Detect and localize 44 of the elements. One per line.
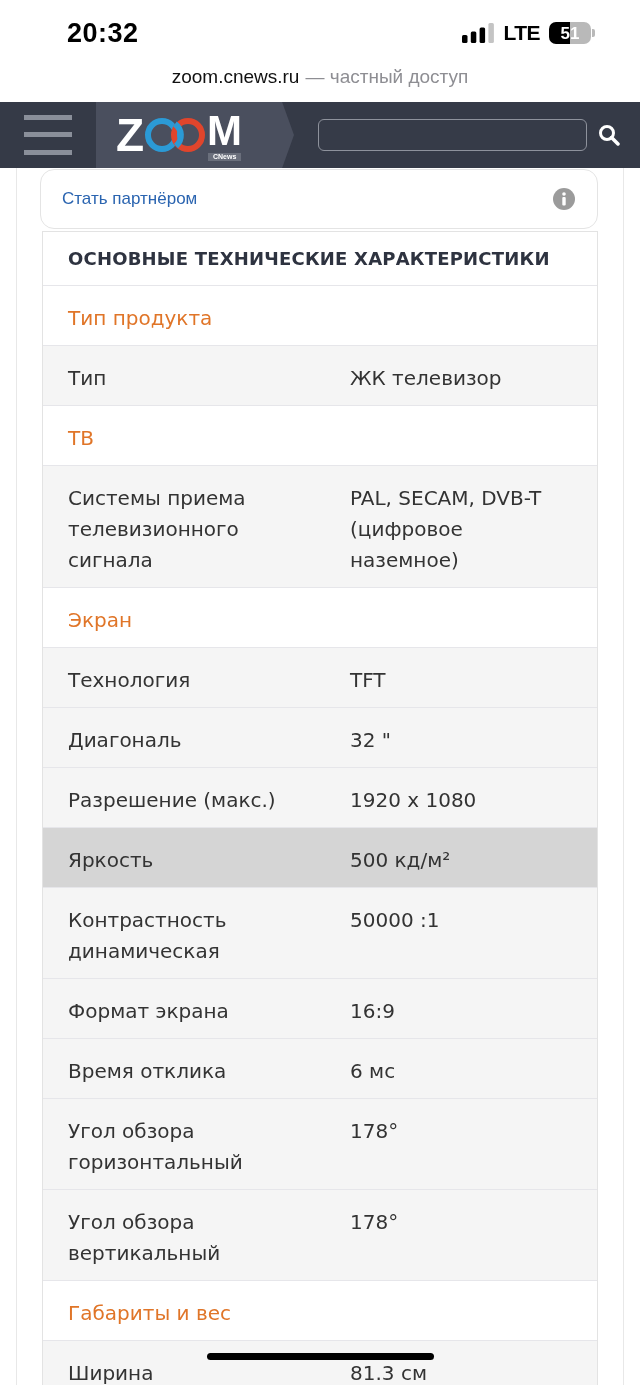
logo-letter: M <box>207 109 243 152</box>
spec-value: 1920 x 1080 <box>350 788 477 812</box>
spec-value: 178° <box>350 1210 399 1234</box>
signal-icon <box>462 23 495 43</box>
section-heading: Экран <box>68 608 133 632</box>
spec-value: 178° <box>350 1119 399 1143</box>
menu-icon <box>24 115 72 155</box>
search-field[interactable] <box>318 119 587 151</box>
spec-label: Время отклика <box>68 1059 227 1083</box>
spec-label: Угол обзора вертикальный <box>68 1210 221 1265</box>
spec-value: 16:9 <box>350 999 395 1023</box>
spec-value: 32 " <box>350 728 391 752</box>
search-icon <box>598 124 620 146</box>
spec-value: 6 мс <box>350 1059 396 1083</box>
clock-time: 20:32 <box>67 17 139 49</box>
spec-value: ЖК телевизор <box>350 366 502 390</box>
spec-label: Разрешение (макс.) <box>68 788 276 812</box>
spec-label: Технология <box>68 668 191 692</box>
spec-value: 500 кд/м² <box>350 848 451 872</box>
interlocked-rings-icon <box>144 116 207 154</box>
spec-label: Системы приема телевизионного сигнала <box>68 486 246 572</box>
logo-letter: Z <box>116 112 145 158</box>
site-domain: zoom.cnews.ru <box>171 66 300 88</box>
spec-value: 81.3 см <box>350 1361 427 1385</box>
spec-label: Контрастность динамическая <box>68 908 227 963</box>
section-heading: ТВ <box>68 426 94 450</box>
table-title: ОСНОВНЫЕ ТЕХНИЧЕСКИЕ ХАРАКТЕРИСТИКИ <box>68 248 550 269</box>
info-icon[interactable] <box>553 188 575 210</box>
network-type: LTE <box>503 21 540 45</box>
spec-label: Ширина <box>68 1361 154 1385</box>
spec-value: PAL, SECAM, DVB-T (цифровое наземное) <box>350 486 542 572</box>
battery-percent: 51 <box>549 22 591 44</box>
spec-label: Угол обзора горизонтальный <box>68 1119 243 1174</box>
partner-link[interactable]: Стать партнёром <box>62 189 198 209</box>
section-heading: Тип продукта <box>68 306 213 330</box>
spec-label: Яркость <box>68 848 154 872</box>
section-heading: Габариты и вес <box>68 1301 231 1325</box>
spec-value: 50000 :1 <box>350 908 440 932</box>
spec-label: Диагональ <box>68 728 182 752</box>
access-note: — частный доступ <box>305 66 469 88</box>
spec-value: TFT <box>350 668 386 692</box>
search-button[interactable] <box>597 123 621 147</box>
spec-label: Формат экрана <box>68 999 229 1023</box>
spec-label: Тип <box>68 366 107 390</box>
